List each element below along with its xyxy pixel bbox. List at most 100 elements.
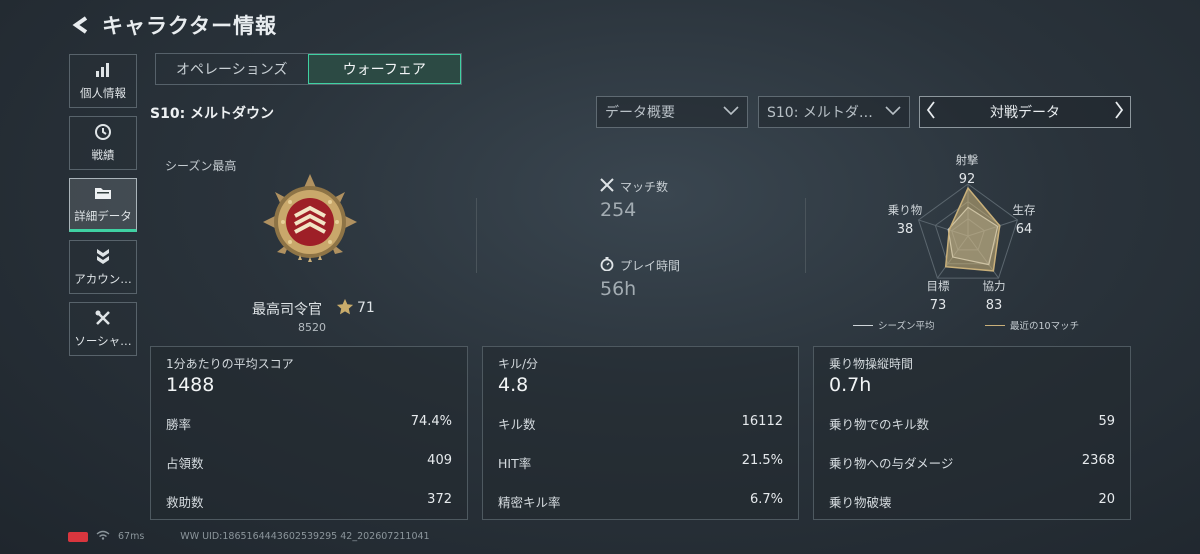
stat-label: 救助数 [166,495,204,510]
star-icon [336,298,354,320]
stat-value: 20 [1098,492,1115,507]
sidebar-item-record[interactable]: 戦績 [69,116,137,170]
stat-value: 409 [427,453,452,468]
rank-star-count: 71 [357,300,375,316]
stat-label: HIT率 [498,456,532,471]
season-title: S10: メルトダウン [150,106,275,122]
chevron-right-icon[interactable] [1114,101,1124,123]
chevron-left-icon[interactable] [926,101,936,123]
radar-label-survival: 生存 [1012,203,1036,217]
rank-emblem-icon [263,174,357,262]
stat-value: 21.5% [741,453,783,468]
radar-chart: 射撃 92 生存 64 協力 83 目標 73 乗り物 38 [880,150,1120,340]
season-best-label: シーズン最高 [165,159,237,173]
status-footer: 67ms WW UID:1865164443602539295 42_20260… [68,530,430,543]
season-dropdown-label: S10: メルトダ… [767,105,873,121]
stat-label: 勝率 [166,417,192,432]
sidebar-item-detail-data[interactable]: 詳細データ [69,178,137,232]
stat-value: 74.4% [410,414,452,429]
score-panel: 1分あたりの平均スコア 1488 勝率 74.4% 占領数 409 救助数 372 [150,346,468,520]
back-arrow-icon[interactable] [70,14,92,36]
stat-row: 勝率 74.4% [166,414,452,433]
stat-value: 372 [427,492,452,507]
battery-icon [68,531,88,542]
stat-value: 6.7% [749,492,783,507]
sidebar-item-label: アカウン… [74,272,132,286]
side-nav: 個人情報 戦績 詳細データ アカウン… ソーシャ… [69,54,139,364]
panel-title: キル/分 [498,357,539,371]
panel-big-value: 4.8 [498,374,529,396]
radar-label-vehicle: 乗り物 [887,203,923,217]
sidebar-item-label: ソーシャ… [74,334,132,348]
legend-label-season: シーズン平均 [878,321,935,332]
kill-panel: キル/分 4.8 キル数 16112 HIT率 21.5% 精密キル率 6.7% [482,346,799,520]
overview-dropdown-label: データ概要 [605,105,675,121]
page-title: キャラクター情報 [102,14,278,38]
legend-line-recent [985,324,1005,326]
stat-row: 乗り物への与ダメージ 2368 [829,453,1115,472]
tab-operations[interactable]: オペレーションズ [156,54,308,84]
panel-title: 1分あたりの平均スコア [166,357,294,371]
playtime-value: 56h [600,278,637,300]
radar-value-vehicle: 38 [896,222,914,237]
stat-label: 乗り物でのキル数 [829,417,930,432]
stat-value: 59 [1098,414,1115,429]
rank-points: 8520 [298,321,326,334]
battle-data-selector[interactable]: 対戦データ [919,96,1131,128]
divider [476,198,477,273]
battle-data-label: 対戦データ [990,105,1060,121]
sidebar-item-account[interactable]: アカウン… [69,240,137,294]
chevron-down-icon [723,104,739,120]
sidebar-item-label: 個人情報 [80,86,126,100]
stat-row: 乗り物でのキル数 59 [829,414,1115,433]
stat-label: 精密キル率 [498,495,561,510]
ping-value: 67ms [118,531,145,542]
legend-recent-matches: 最近の10マッチ [985,318,1079,332]
sidebar-item-profile[interactable]: 個人情報 [69,54,137,108]
stat-value: 16112 [741,414,783,429]
playtime-stat: プレイ時間 56h [600,257,680,300]
wifi-icon [96,530,110,543]
tools-icon [94,309,112,327]
folder-icon [94,184,112,202]
stat-label: 乗り物破壊 [829,495,892,510]
radar-value-survival: 64 [1015,222,1033,237]
radar-value-coop: 83 [985,298,1003,313]
chevron-down-icon [885,104,901,120]
divider [805,198,806,273]
match-count-value: 254 [600,199,637,221]
stat-row: HIT率 21.5% [498,453,783,472]
rank-chevron-icon [94,247,112,265]
legend-line-season [853,324,873,326]
radar-label-shooting: 射撃 [955,153,979,167]
stat-row: 救助数 372 [166,492,452,511]
rank-name: 最高司令官 [252,302,322,318]
panel-big-value: 0.7h [829,374,872,396]
radar-label-coop: 協力 [982,279,1006,293]
sidebar-item-label: 戦績 [91,148,115,162]
mode-tabs: オペレーションズ ウォーフェア [155,53,462,85]
sidebar-item-social[interactable]: ソーシャ… [69,302,137,356]
stat-row: キル数 16112 [498,414,783,433]
stat-label: 乗り物への与ダメージ [829,456,954,471]
legend-label-recent: 最近の10マッチ [1010,321,1080,332]
panel-title: 乗り物操縦時間 [829,357,914,371]
panel-big-value: 1488 [166,374,215,396]
match-count-label: マッチ数 [620,180,669,194]
sidebar-item-label: 詳細データ [74,209,132,223]
match-count-stat: マッチ数 254 [600,178,668,221]
stat-label: キル数 [498,417,536,432]
vehicle-panel: 乗り物操縦時間 0.7h 乗り物でのキル数 59 乗り物への与ダメージ 2368 乗… [813,346,1131,520]
stopwatch-icon [600,257,614,274]
user-uid: WW UID:1865164443602539295 42_2026072110… [180,531,430,542]
season-dropdown[interactable]: S10: メルトダ… [758,96,910,128]
radar-value-shooting: 92 [958,172,976,187]
header: キャラクター情報 [70,8,277,42]
stat-value: 2368 [1081,453,1115,468]
bar-chart-icon [94,61,112,79]
overview-dropdown[interactable]: データ概要 [596,96,748,128]
tab-warfare[interactable]: ウォーフェア [307,54,461,84]
radar-value-objective: 73 [929,298,947,313]
stat-row: 占領数 409 [166,453,452,472]
stat-row: 乗り物破壊 20 [829,492,1115,511]
